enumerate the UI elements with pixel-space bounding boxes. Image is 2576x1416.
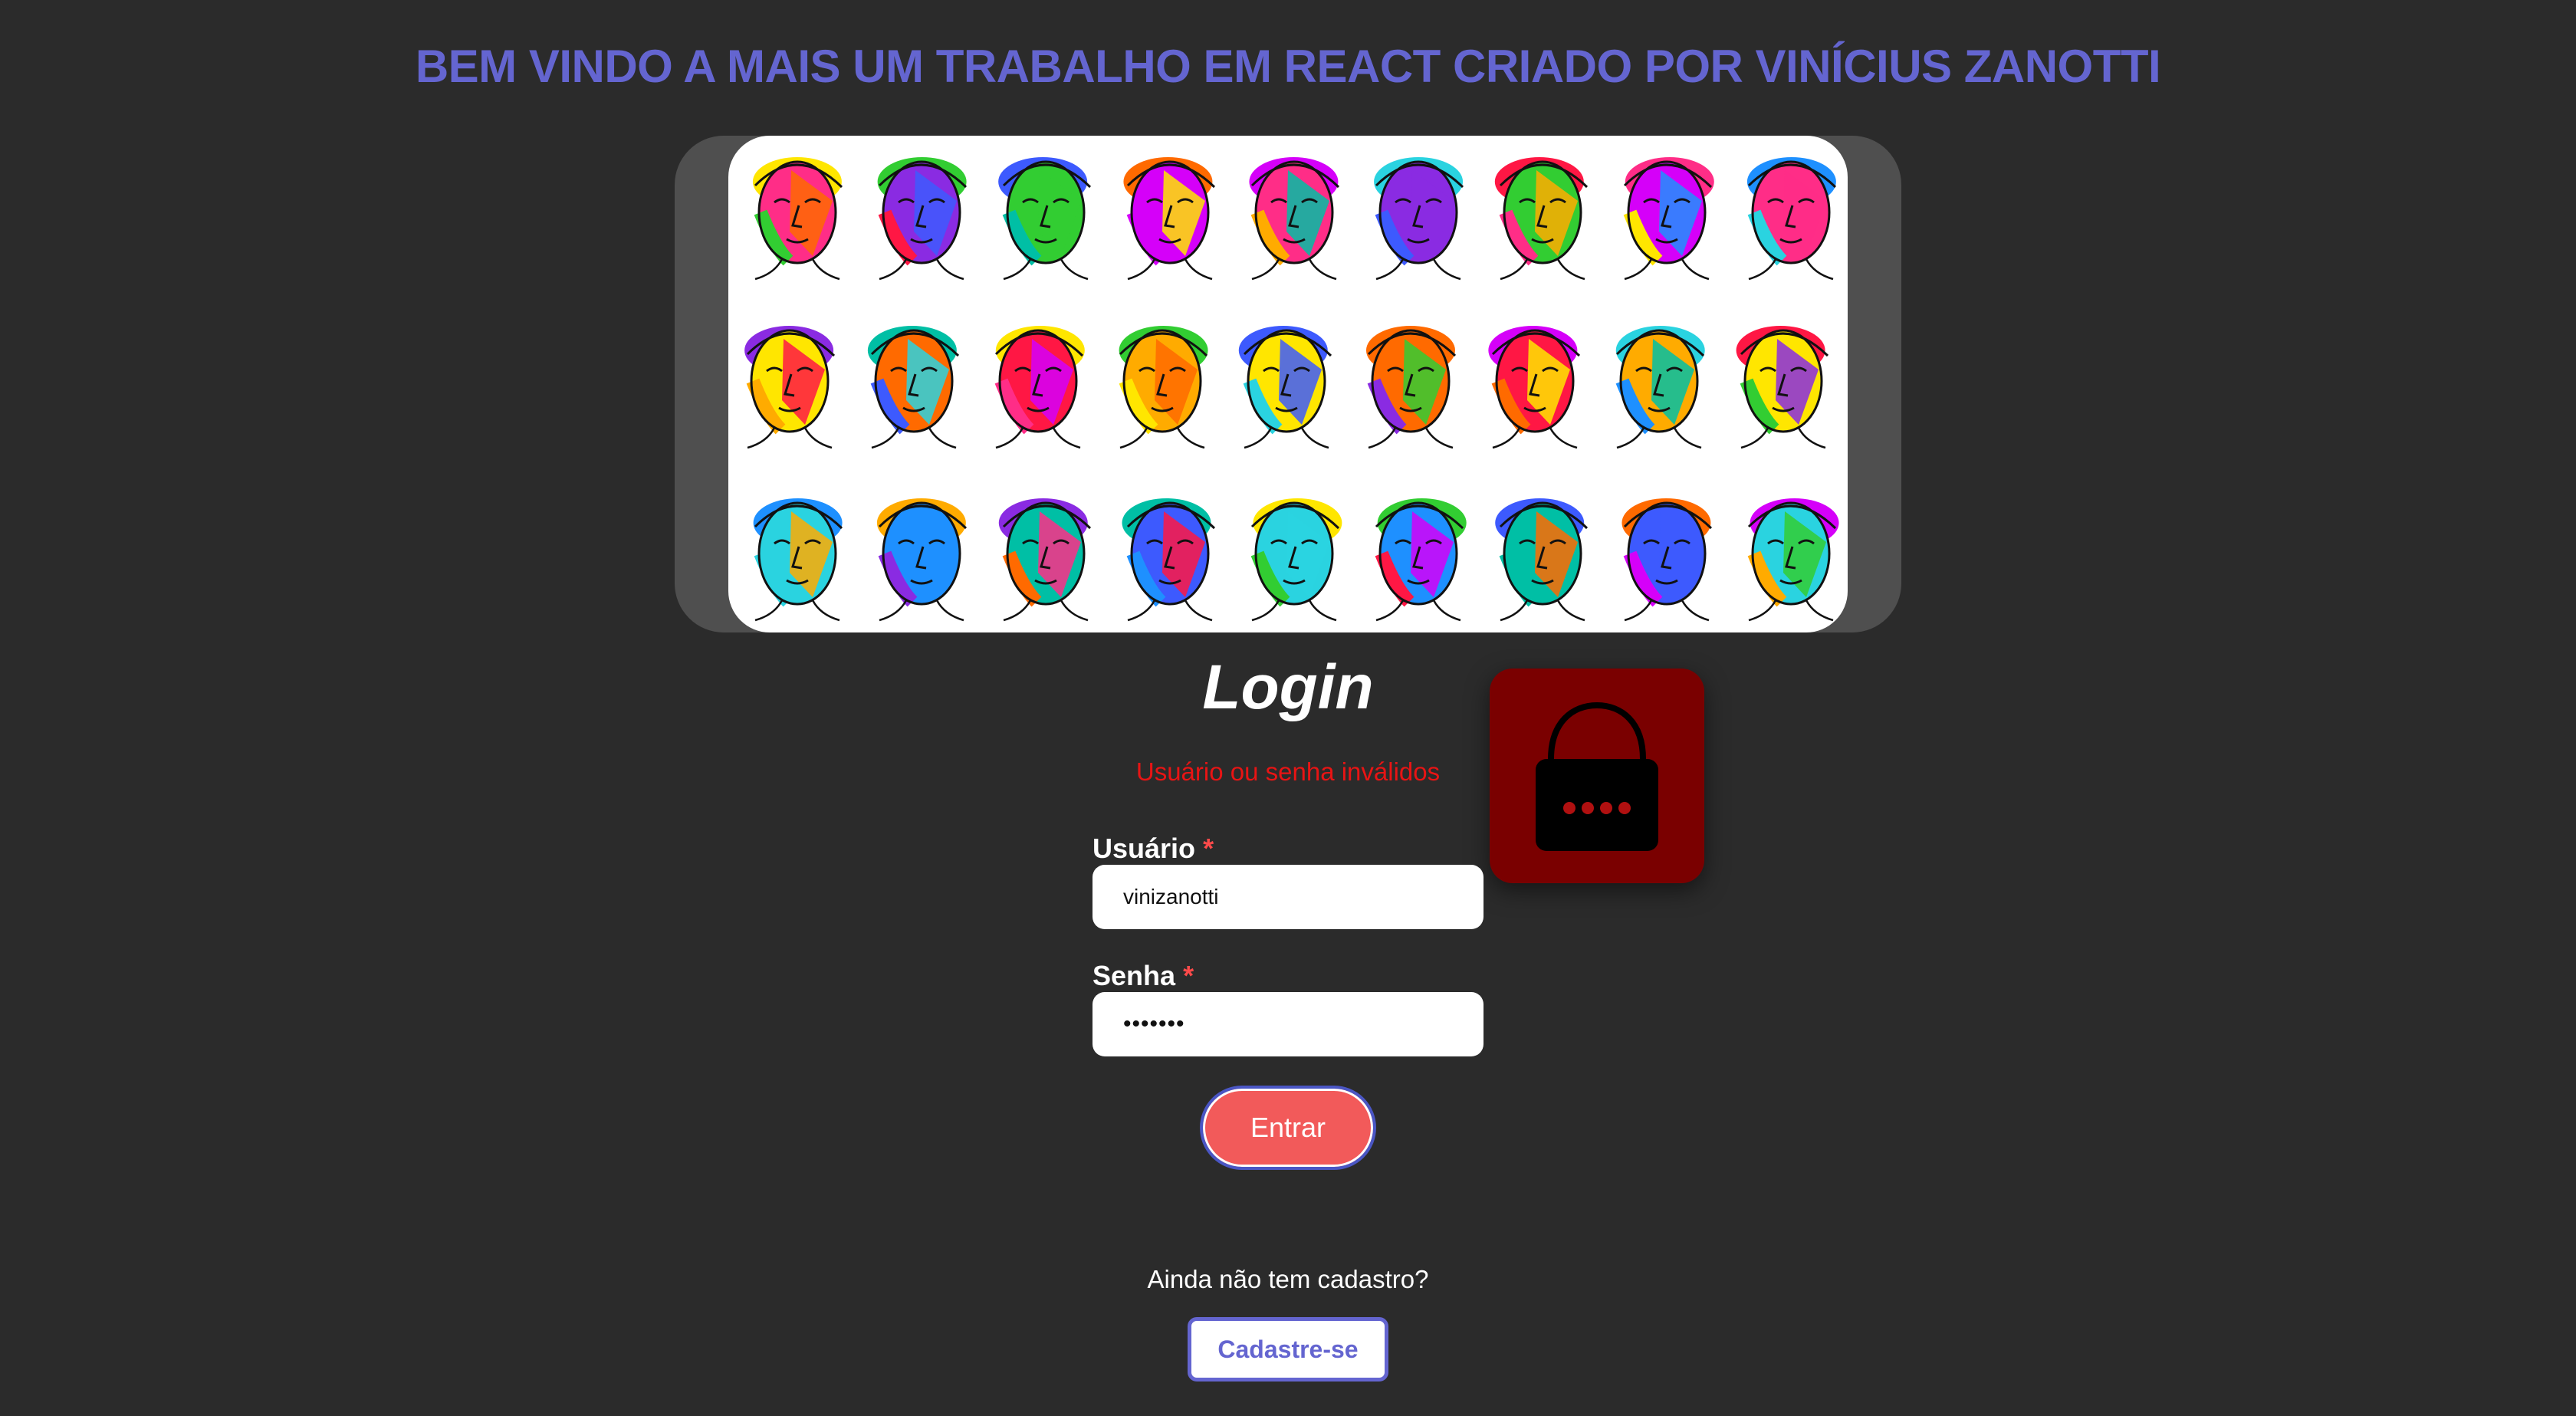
error-message: Usuário ou senha inválidos [1135, 757, 1441, 786]
password-label: Senha * [1092, 960, 1194, 992]
lock-body [1536, 759, 1658, 851]
password-input[interactable] [1092, 992, 1484, 1056]
lock-dot [1563, 802, 1576, 814]
face-doodle [1494, 157, 1589, 281]
face-doodle [1374, 157, 1464, 281]
face-doodle [877, 157, 968, 281]
face-doodle [1746, 157, 1837, 281]
lock-tile [1490, 669, 1704, 883]
face-doodle [752, 157, 843, 281]
face-doodle [998, 157, 1092, 281]
faces-illustration [744, 157, 1839, 622]
login-button[interactable]: Entrar [1200, 1086, 1376, 1170]
username-label-text: Usuário [1092, 833, 1196, 864]
face-doodle [876, 498, 968, 622]
app-root: BEM VINDO A MAIS UM TRABALHO EM REACT CR… [0, 0, 2576, 1416]
face-doodle [744, 326, 836, 449]
page-title: BEM VINDO A MAIS UM TRABALHO EM REACT CR… [415, 41, 2161, 92]
face-doodle [1615, 326, 1705, 449]
required-asterisk: * [1203, 833, 1214, 864]
lock-dot [1582, 802, 1594, 814]
lock-dot [1600, 802, 1612, 814]
face-doodle [1250, 498, 1342, 622]
face-doodle [1736, 326, 1829, 449]
face-doodle [1119, 326, 1208, 449]
banner-image [728, 136, 1848, 632]
face-doodle [1238, 326, 1332, 449]
face-doodle [1375, 498, 1467, 622]
face-doodle [753, 498, 843, 622]
signup-button[interactable]: Cadastre-se [1188, 1317, 1388, 1382]
face-doodle [1249, 157, 1340, 281]
face-doodle [994, 326, 1085, 449]
face-doodle [867, 326, 960, 449]
username-input[interactable] [1092, 865, 1484, 929]
lock-icon [1490, 669, 1704, 883]
login-title: Login [1202, 652, 1374, 722]
face-doodle [1488, 326, 1581, 449]
password-label-text: Senha [1092, 960, 1176, 991]
lock-dot [1618, 802, 1631, 814]
signup-prompt: Ainda não tem cadastro? [1147, 1265, 1429, 1293]
face-doodle [1622, 498, 1713, 622]
username-label: Usuário * [1092, 833, 1214, 865]
face-doodle [998, 498, 1092, 622]
face-doodle [1495, 498, 1589, 622]
face-doodle [1123, 157, 1216, 281]
face-doodle [1122, 498, 1216, 622]
face-doodle [1623, 157, 1714, 281]
banner-frame [675, 136, 1901, 632]
face-doodle [1365, 326, 1457, 449]
required-asterisk: * [1183, 960, 1194, 991]
face-doodle [1747, 498, 1839, 622]
